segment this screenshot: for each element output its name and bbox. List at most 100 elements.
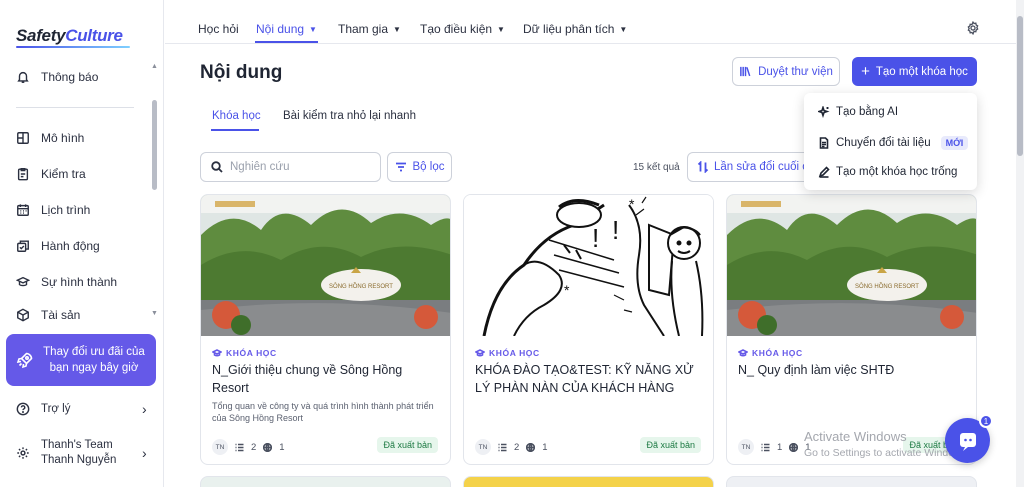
resort-sign-text: SÔNG HỒNG RESORT xyxy=(855,283,919,290)
sort-label: Lần sửa đổi cuối cùng xyxy=(714,161,817,173)
status-badge: Đã xuất bản xyxy=(640,437,701,453)
avatar: TN xyxy=(212,439,228,455)
course-meta: TN 2 1 xyxy=(212,439,285,455)
sidebar-item-label: Sự hình thành xyxy=(41,275,118,289)
sparkle-icon xyxy=(818,106,830,118)
caret-down-icon: ▼ xyxy=(393,24,401,34)
course-type-label: KHÓA HỌC xyxy=(475,348,540,358)
svg-text:*: * xyxy=(629,196,635,212)
course-description: Tổng quan về công ty và quá trình hình t… xyxy=(212,401,434,423)
search-input[interactable] xyxy=(230,161,370,173)
search-box[interactable] xyxy=(200,152,381,182)
resort-sign-text: SÔNG HỒNG RESORT xyxy=(329,283,393,290)
sidebar-item-notifications[interactable]: Thông báo xyxy=(16,67,98,87)
bell-icon xyxy=(17,71,29,83)
course-type-text: KHÓA HỌC xyxy=(489,348,540,358)
create-course-button[interactable]: + Tạo một khóa học xyxy=(852,57,977,86)
document-icon xyxy=(819,137,829,149)
menu-item-create-with-ai[interactable]: Tạo bằng AI xyxy=(818,106,898,118)
sidebar-item-label: Thông báo xyxy=(41,70,99,84)
nav-tab-engage[interactable]: Tham gia ▼ xyxy=(338,22,401,36)
browse-library-label: Duyệt thư viện xyxy=(758,65,833,78)
sidebar-item-templates[interactable]: Mô hình xyxy=(16,128,84,148)
settings-gear-icon[interactable] xyxy=(966,21,980,35)
sidebar-item-schedule[interactable]: Lịch trình xyxy=(16,200,90,220)
course-thumbnail-resort: SÔNG HỒNG RESORT xyxy=(727,195,976,336)
lesson-count: 2 xyxy=(251,441,257,453)
nav-tab-learn[interactable]: Học hỏi xyxy=(198,22,239,36)
sidebar-item-inspections[interactable]: Kiểm tra xyxy=(16,164,86,184)
page-scroll-thumb[interactable] xyxy=(1017,16,1023,156)
svg-text:!: ! xyxy=(612,215,619,245)
sidebar-scrollbar[interactable] xyxy=(152,100,157,190)
tab-active-underline xyxy=(211,129,259,131)
course-card-partial[interactable] xyxy=(463,476,714,487)
asset-icon xyxy=(17,308,29,322)
browse-library-button[interactable]: Duyệt thư viện xyxy=(732,57,840,86)
user-name: Thanh Nguyễn xyxy=(41,454,117,466)
course-title: N_ Quy định làm việc SHTĐ xyxy=(738,363,895,377)
course-meta: TN 1 1 xyxy=(738,439,811,455)
rocket-icon xyxy=(16,352,33,369)
menu-item-convert-document[interactable]: Chuyển đổi tài liệu MỚI xyxy=(818,136,969,150)
menu-item-label: Chuyển đổi tài liệu xyxy=(836,137,931,149)
tab-quick-quizzes[interactable]: Bài kiểm tra nhỏ lại nhanh xyxy=(283,110,416,122)
sidebar-scroll-down-icon[interactable]: ▼ xyxy=(151,310,158,317)
help-circle-icon xyxy=(16,402,30,416)
page-title: Nội dung xyxy=(200,62,283,83)
nav-tab-label: Dữ liệu phân tích xyxy=(523,22,615,36)
course-type-label: KHÓA HỌC xyxy=(738,348,803,358)
new-badge: MỚI xyxy=(940,136,969,150)
sidebar-item-actions[interactable]: Hành động xyxy=(16,236,100,256)
account-names: Thanh's Team Thanh Nguyễn xyxy=(41,438,116,468)
team-name: Thanh's Team xyxy=(41,439,113,451)
inspection-icon xyxy=(17,168,29,181)
filter-icon xyxy=(395,162,406,172)
menu-item-blank-course[interactable]: Tạo một khóa học trống xyxy=(818,166,957,178)
logo-underline xyxy=(16,46,130,48)
avatar: TN xyxy=(475,439,491,455)
plus-icon: + xyxy=(861,63,870,80)
status-badge: Đã xuất bản xyxy=(377,437,438,453)
watermark-subtitle: Go to Settings to activate Windows. xyxy=(804,447,970,459)
filter-button[interactable]: Bộ lọc xyxy=(387,152,452,182)
safetyculture-logo[interactable]: SafetyCulture xyxy=(16,26,123,46)
chat-notification-badge: 1 xyxy=(979,414,993,428)
sidebar-item-assets[interactable]: Tài sản xyxy=(16,308,80,322)
create-course-label: Tạo một khóa học xyxy=(875,65,968,78)
course-type-label: KHÓA HỌC xyxy=(212,348,277,358)
nav-tab-facilitate[interactable]: Tạo điều kiện ▼ xyxy=(420,22,505,36)
list-icon xyxy=(761,443,770,451)
course-card[interactable]: SÔNG HỒNG RESORT KHÓA HỌC N_ Quy định là… xyxy=(726,194,977,465)
template-icon xyxy=(17,132,29,144)
caret-down-icon: ▼ xyxy=(309,24,317,34)
caret-down-icon: ▼ xyxy=(497,24,505,34)
sidebar-help[interactable]: Trợ lý xyxy=(16,402,70,416)
calendar-icon xyxy=(17,204,29,216)
course-thumbnail-resort: SÔNG HỒNG RESORT xyxy=(201,195,450,336)
sidebar-scroll-up-icon[interactable]: ▲ xyxy=(151,63,158,70)
training-cap-icon xyxy=(16,276,30,287)
nav-tab-content[interactable]: Nội dung ▼ xyxy=(256,22,317,36)
lesson-count: 2 xyxy=(514,441,520,453)
sidebar-item-training[interactable]: Sự hình thành xyxy=(16,272,117,292)
course-card-partial[interactable] xyxy=(726,476,977,487)
nav-tab-analytics[interactable]: Dữ liệu phân tích ▼ xyxy=(523,22,627,36)
menu-item-label: Tạo một khóa học trống xyxy=(836,166,958,178)
page-scrollbar[interactable] xyxy=(1016,0,1024,487)
course-card[interactable]: SÔNG HỒNG RESORT KHÓA HỌC N_Giới thiệu c… xyxy=(200,194,451,465)
sort-dropdown[interactable]: Lần sửa đổi cuối cùng xyxy=(687,152,817,182)
svg-text:!: ! xyxy=(592,223,599,253)
globe-icon xyxy=(526,442,536,452)
course-card-partial[interactable] xyxy=(200,476,451,487)
nav-tab-label: Tạo điều kiện xyxy=(420,22,493,36)
upgrade-plan-button[interactable]: Thay đổi ưu đãi của bạn ngay bây giờ xyxy=(6,334,156,386)
tab-courses[interactable]: Khóa học xyxy=(212,110,261,122)
course-card[interactable]: ! ! * * KHÓA HỌC KHÓA ĐÀO TẠO&TEST: KỸ N… xyxy=(463,194,714,465)
menu-item-label: Tạo bằng AI xyxy=(836,106,899,118)
chevron-right-icon: › xyxy=(142,401,147,417)
sort-arrows-icon xyxy=(697,161,709,173)
logo-text-culture: Culture xyxy=(65,26,123,45)
sidebar-account[interactable]: Thanh's Team Thanh Nguyễn xyxy=(16,438,116,468)
search-icon xyxy=(211,161,223,173)
